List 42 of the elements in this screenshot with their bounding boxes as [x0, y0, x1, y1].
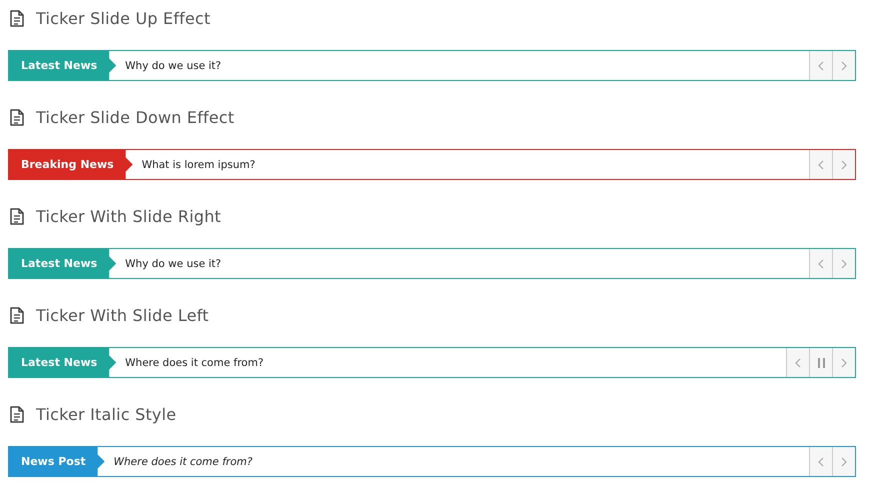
- ticker-label: News Post: [9, 447, 105, 476]
- section-title: Ticker Slide Up Effect: [36, 8, 211, 28]
- next-button[interactable]: [832, 51, 855, 80]
- section-title: Ticker With Slide Right: [36, 206, 222, 226]
- chevron-left-icon: [795, 358, 801, 368]
- ticker-label: Breaking News: [9, 150, 133, 179]
- document-icon: [10, 10, 24, 26]
- next-button[interactable]: [832, 150, 855, 179]
- chevron-left-icon: [818, 160, 824, 170]
- ticker-label: Latest News: [9, 249, 116, 278]
- section-title: Ticker Italic Style: [36, 404, 176, 424]
- document-icon: [10, 306, 24, 324]
- document-icon: [10, 208, 24, 224]
- ticker-headline[interactable]: Where does it come from?: [125, 348, 786, 377]
- chevron-right-icon: [841, 358, 847, 368]
- previous-button[interactable]: [809, 150, 832, 179]
- chevron-left-icon: [818, 456, 824, 466]
- ticker-headline[interactable]: Why do we use it?: [125, 249, 809, 278]
- chevron-right-icon: [841, 258, 847, 268]
- chevron-left-icon: [818, 258, 824, 268]
- ticker-label: Latest News: [9, 51, 116, 80]
- ticker-headline[interactable]: Why do we use it?: [125, 51, 809, 80]
- ticker-label: Latest News: [9, 348, 116, 377]
- next-button[interactable]: [832, 447, 855, 476]
- previous-button[interactable]: [809, 447, 832, 476]
- chevron-right-icon: [841, 60, 847, 70]
- chevron-right-icon: [841, 160, 847, 170]
- ticker-headline[interactable]: What is lorem ipsum?: [142, 150, 809, 179]
- next-button[interactable]: [832, 348, 855, 377]
- document-icon: [10, 406, 24, 422]
- section-title: Ticker With Slide Left: [36, 306, 209, 324]
- pause-button[interactable]: [809, 348, 832, 377]
- document-icon: [10, 108, 24, 126]
- previous-button[interactable]: [809, 51, 832, 80]
- chevron-right-icon: [841, 456, 847, 466]
- previous-button[interactable]: [809, 249, 832, 278]
- section-title: Ticker Slide Down Effect: [36, 108, 234, 126]
- previous-button[interactable]: [786, 348, 809, 377]
- chevron-left-icon: [818, 60, 824, 70]
- ticker-headline[interactable]: Where does it come from?: [114, 447, 809, 476]
- next-button[interactable]: [832, 249, 855, 278]
- pause-icon: [818, 358, 824, 368]
